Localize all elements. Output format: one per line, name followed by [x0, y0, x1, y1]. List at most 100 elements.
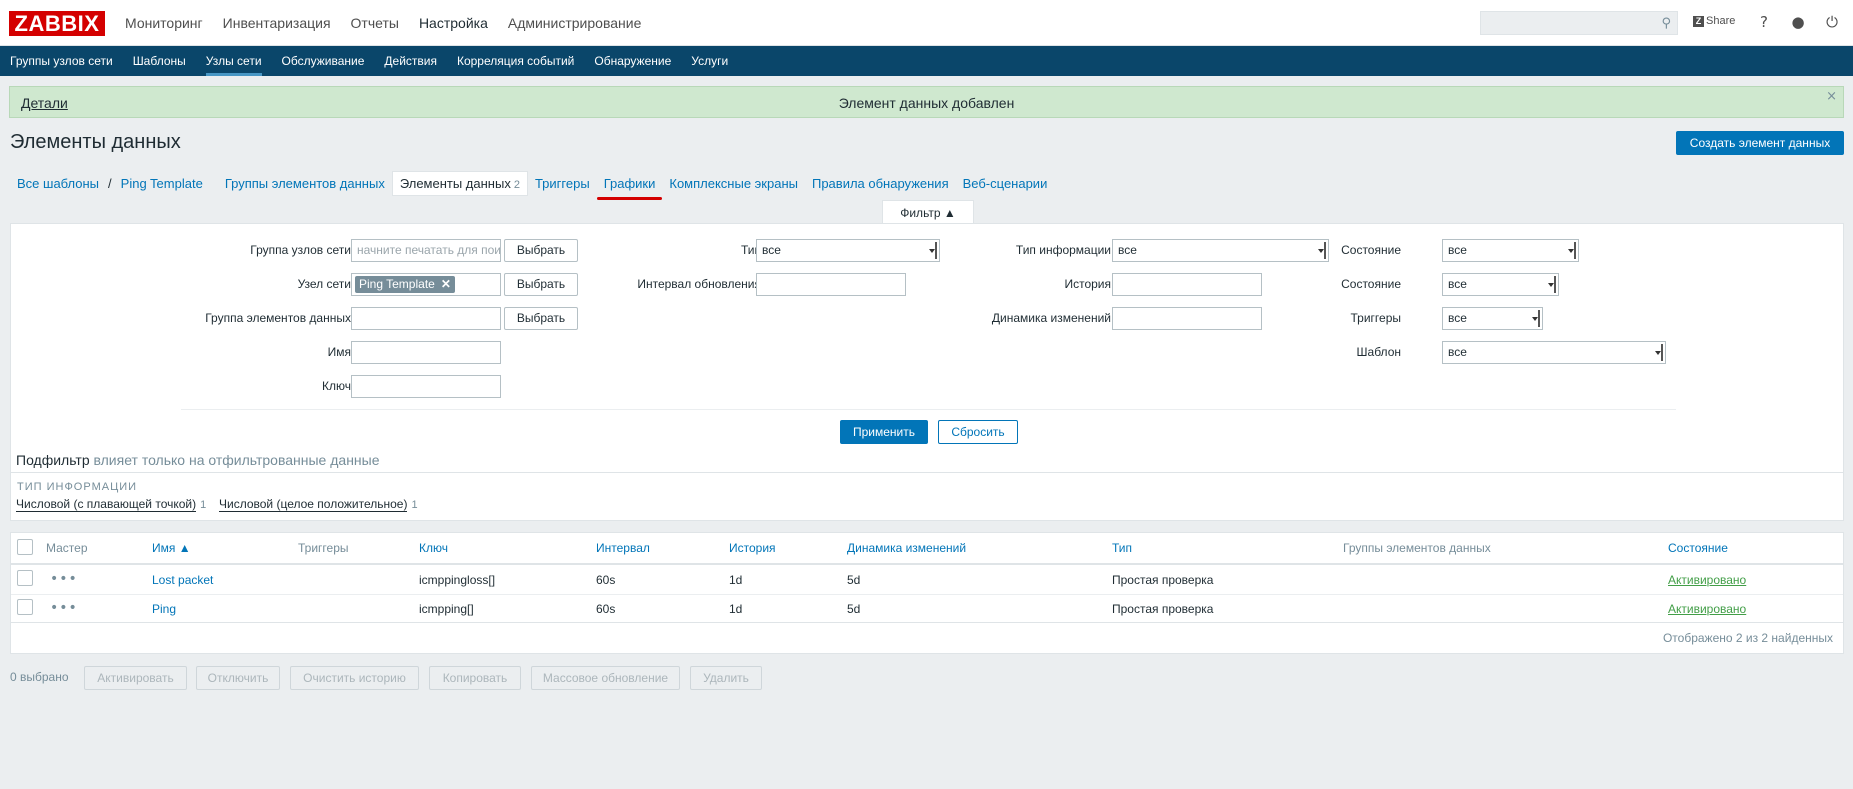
search-icon[interactable]: ⚲	[1661, 16, 1671, 31]
main-nav-reports[interactable]: Отчеты	[341, 0, 409, 46]
mass-update-button[interactable]: Массовое обновление	[531, 666, 680, 690]
row-checkbox[interactable]	[17, 599, 33, 615]
row-checkbox[interactable]	[17, 570, 33, 586]
table-paging-info: Отображено 2 из 2 найденных	[1662, 631, 1833, 645]
host-group-input[interactable]: начните печатать для поиска	[351, 239, 501, 262]
select-all-checkbox[interactable]	[17, 539, 33, 555]
row-interval: 60s	[596, 602, 616, 616]
subfilter-heading: ТИП ИНФОРМАЦИИ	[17, 481, 138, 493]
sub-nav-services[interactable]: Услуги	[681, 46, 738, 76]
reset-button[interactable]: Сбросить	[938, 420, 1018, 444]
tab-items[interactable]: Элементы данных 2	[391, 170, 528, 196]
enable-button[interactable]: Активировать	[84, 666, 187, 690]
state-label: Состояние	[1341, 243, 1401, 257]
user-profile-icon[interactable]: ●	[1788, 12, 1808, 32]
trends-label: Динамика изменений	[991, 311, 1111, 325]
breadcrumb-all-templates[interactable]: Все шаблоны	[10, 172, 106, 195]
sub-nav-hosts[interactable]: Узлы сети	[196, 46, 272, 76]
application-select-button[interactable]: Выбрать	[504, 307, 578, 330]
message-details-link[interactable]: Детали	[21, 95, 68, 111]
main-nav-monitoring[interactable]: Мониторинг	[115, 0, 213, 46]
row-name-link[interactable]: Ping	[152, 594, 176, 624]
row-name-link[interactable]: Lost packet	[152, 565, 213, 595]
row-type: Простая проверка	[1112, 573, 1214, 587]
col-name[interactable]: Имя ▲	[152, 533, 191, 563]
tab-screens[interactable]: Комплексные экраны	[662, 172, 805, 195]
create-item-button[interactable]: Создать элемент данных	[1676, 131, 1844, 155]
subfilter-item[interactable]: Числовой (целое положительное) 1	[219, 497, 418, 512]
col-status[interactable]: Состояние	[1668, 533, 1728, 563]
interval-input[interactable]	[756, 273, 906, 296]
triggers-select[interactable]: все	[1442, 307, 1543, 330]
chevron-down-icon	[1548, 276, 1556, 293]
message-text: Элемент данных добавлен	[838, 95, 1015, 111]
tab-applications[interactable]: Группы элементов данных	[218, 172, 392, 195]
history-label: История	[1064, 277, 1111, 291]
host-tag: Ping Template ✕	[355, 276, 455, 293]
status-select[interactable]: все	[1442, 273, 1559, 296]
search-input[interactable]: ⚲	[1480, 11, 1678, 35]
tab-discovery-rules[interactable]: Правила обнаружения	[805, 172, 956, 195]
selected-count: 0 выбрано	[10, 670, 69, 684]
help-icon[interactable]: ?	[1754, 12, 1774, 32]
tab-web-scenarios[interactable]: Веб-сценарии	[956, 172, 1055, 195]
sub-nav-maintenance[interactable]: Обслуживание	[272, 46, 375, 76]
page-title: Элементы данных	[10, 131, 181, 153]
sub-nav-actions[interactable]: Действия	[374, 46, 447, 76]
sign-out-icon[interactable]: ⏻	[1822, 12, 1842, 32]
main-nav: Мониторинг Инвентаризация Отчеты Настрой…	[115, 0, 651, 46]
close-icon[interactable]: ×	[1826, 89, 1837, 104]
host-select-button[interactable]: Выбрать	[504, 273, 578, 296]
row-status-link[interactable]: Активировано	[1668, 594, 1746, 624]
sub-nav: Группы узлов сети Шаблоны Узлы сети Обсл…	[0, 46, 1853, 76]
main-nav-inventory[interactable]: Инвентаризация	[213, 0, 341, 46]
row-interval: 60s	[596, 573, 616, 587]
state-select[interactable]: все	[1442, 239, 1579, 262]
col-history[interactable]: История	[729, 533, 776, 563]
sub-nav-event-correlation[interactable]: Корреляция событий	[447, 46, 584, 76]
application-input[interactable]	[351, 307, 501, 330]
breadcrumb-separator: /	[108, 175, 112, 191]
tab-graphs[interactable]: Графики	[596, 172, 663, 200]
delete-button[interactable]: Удалить	[690, 666, 762, 690]
filter-tab[interactable]: Фильтр ▲	[882, 200, 974, 224]
disable-button[interactable]: Отключить	[196, 666, 280, 690]
apply-button[interactable]: Применить	[840, 420, 928, 444]
name-input[interactable]	[351, 341, 501, 364]
subfilter-item[interactable]: Числовой (с плавающей точкой) 1	[16, 497, 206, 512]
zabbix-logo[interactable]: ZABBIX	[9, 11, 105, 36]
row-status-link[interactable]: Активировано	[1668, 565, 1746, 595]
breadcrumb-template[interactable]: Ping Template	[114, 172, 210, 195]
share-icon: Z	[1693, 16, 1704, 27]
col-interval[interactable]: Интервал	[596, 533, 650, 563]
col-key[interactable]: Ключ	[419, 533, 448, 563]
col-type[interactable]: Тип	[1112, 533, 1132, 563]
main-nav-configuration[interactable]: Настройка	[409, 0, 498, 46]
sub-nav-host-groups[interactable]: Группы узлов сети	[0, 46, 123, 76]
more-actions-icon[interactable]: •••	[50, 571, 78, 587]
tab-items-label: Элементы данных	[399, 175, 511, 191]
sub-nav-discovery[interactable]: Обнаружение	[584, 46, 681, 76]
more-actions-icon[interactable]: •••	[50, 600, 78, 616]
host-group-select-button[interactable]: Выбрать	[504, 239, 578, 262]
template-select[interactable]: все	[1442, 341, 1666, 364]
sub-nav-templates[interactable]: Шаблоны	[123, 46, 196, 76]
info-type-select-value: все	[1118, 243, 1137, 257]
main-nav-administration[interactable]: Администрирование	[498, 0, 652, 46]
share-button[interactable]: Z Share	[1693, 15, 1735, 27]
clear-history-button[interactable]: Очистить историю	[290, 666, 419, 690]
status-label: Состояние	[1341, 277, 1401, 291]
subfilter-panel: ТИП ИНФОРМАЦИИ Числовой (с плавающей точ…	[10, 473, 1844, 521]
col-trends[interactable]: Динамика изменений	[847, 533, 966, 563]
copy-button[interactable]: Копировать	[429, 666, 521, 690]
host-multiselect[interactable]: Ping Template ✕	[351, 273, 501, 296]
interval-label: Интервал обновления	[637, 277, 761, 291]
subfilter-item-label[interactable]: Числовой (целое положительное)	[219, 497, 408, 512]
subfilter-label: Подфильтр	[16, 452, 90, 468]
tab-triggers[interactable]: Триггеры	[528, 172, 597, 195]
remove-tag-icon[interactable]: ✕	[441, 277, 451, 291]
key-input[interactable]	[351, 375, 501, 398]
row-type: Простая проверка	[1112, 602, 1214, 616]
host-label: Узел сети	[297, 277, 351, 291]
subfilter-item-label[interactable]: Числовой (с плавающей точкой)	[16, 497, 197, 512]
